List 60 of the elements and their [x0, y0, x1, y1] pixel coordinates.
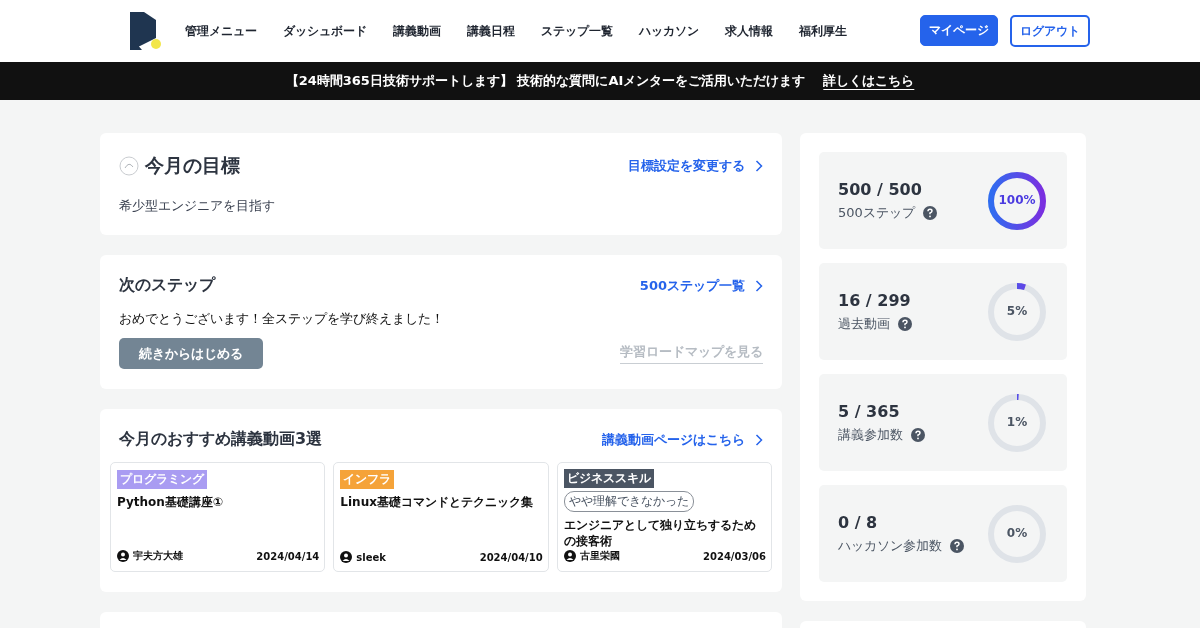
video-title: Python基礎講座① — [117, 494, 225, 511]
author-name: 宇夫方大雄 — [133, 549, 183, 563]
continue-button[interactable]: 続きからはじめる — [119, 338, 263, 369]
stat-value: 0 / 8 — [838, 512, 879, 532]
nav-link[interactable]: ステップ一覧 — [528, 22, 626, 40]
logout-button[interactable]: ログアウト — [1010, 15, 1090, 47]
category-tag: プログラミング — [117, 469, 207, 489]
author-name: 古里栄國 — [579, 549, 620, 563]
help-icon[interactable] — [898, 316, 912, 331]
avatar-icon — [340, 551, 353, 563]
help-icon[interactable] — [950, 538, 964, 553]
chevron-right-icon — [755, 433, 763, 446]
nav-link[interactable]: 講義動画 — [380, 22, 454, 40]
step-list-link[interactable]: 500ステップ一覧 — [639, 276, 763, 295]
goal-title: 今月の目標 — [145, 153, 240, 178]
nav-link[interactable]: 福利厚生 — [786, 22, 860, 40]
nav-link[interactable]: 求人情報 — [712, 22, 786, 40]
author-name: sleek — [356, 551, 386, 563]
percent-text: 0% — [1005, 525, 1029, 540]
percent-text: 1% — [1005, 414, 1029, 429]
completion-message: おめでとうございます！全ステップを学び終えました！ — [119, 310, 445, 328]
logo-icon[interactable] — [130, 12, 162, 50]
avatar-icon — [117, 550, 129, 562]
video-date: 2024/04/14 — [256, 550, 320, 562]
stat-value: 5 / 365 — [838, 401, 901, 421]
video-title: エンジニアとして独り立ちするための接客術 — [563, 517, 757, 549]
mypage-button[interactable]: マイページ — [920, 15, 998, 46]
video-card[interactable]: インフラ Linux基礎コマンドとテクニック集 sleek 2024/04/10 — [333, 462, 549, 572]
nav-link[interactable]: 管理メニュー — [172, 22, 270, 40]
nav-link[interactable]: ハッカソン — [626, 22, 712, 40]
video-date: 2024/04/10 — [479, 551, 543, 563]
video-card[interactable]: ビジネススキル やや理解できなかった エンジニアとして独り立ちするための接客術 古里栄國 2024/03/06 — [556, 462, 772, 572]
next-step-title: 次のステップ — [119, 275, 215, 296]
chevron-right-icon — [755, 279, 763, 292]
details-link[interactable]: 詳しくはこちら — [823, 72, 915, 90]
announcement-text: 【24時間365日技術サポートします】 技術的な質問にAIメンターをご活用いただけます — [285, 72, 806, 90]
avatar-icon — [563, 550, 576, 562]
chevron-right-icon — [755, 160, 763, 172]
stat-value: 500 / 500 — [838, 179, 923, 199]
help-icon[interactable] — [922, 205, 937, 220]
stat-label: 500ステップ — [838, 203, 915, 222]
video-title: Linux基礎コマンドとテクニック集 — [340, 494, 534, 511]
videos-page-link[interactable]: 講義動画ページはこちら — [602, 430, 763, 449]
nav-link[interactable]: 講義日程 — [454, 22, 528, 40]
percent-text: 100% — [997, 192, 1037, 207]
help-icon[interactable] — [911, 427, 925, 442]
goal-text: 希少型エンジニアを目指す — [119, 197, 276, 215]
stat-label: 講義参加数 — [838, 425, 903, 444]
videos-title: 今月のおすすめ講義動画3選 — [119, 429, 323, 450]
video-date: 2024/03/06 — [703, 550, 766, 562]
understanding-badge: やや理解できなかった — [563, 491, 694, 512]
stat-value: 16 / 299 — [838, 290, 912, 310]
stat-label: 過去動画 — [838, 314, 890, 333]
nav-link[interactable]: ダッシュボード — [270, 22, 380, 40]
video-card[interactable]: プログラミング Python基礎講座① 宇夫方大雄 2024/04/14 — [110, 462, 326, 572]
stat-label: ハッカソン参加数 — [838, 536, 942, 555]
category-tag: インフラ — [340, 469, 395, 489]
percent-text: 5% — [1005, 303, 1029, 318]
change-goal-link[interactable]: 目標設定を変更する — [628, 157, 763, 175]
category-tag: ビジネススキル — [563, 469, 654, 488]
